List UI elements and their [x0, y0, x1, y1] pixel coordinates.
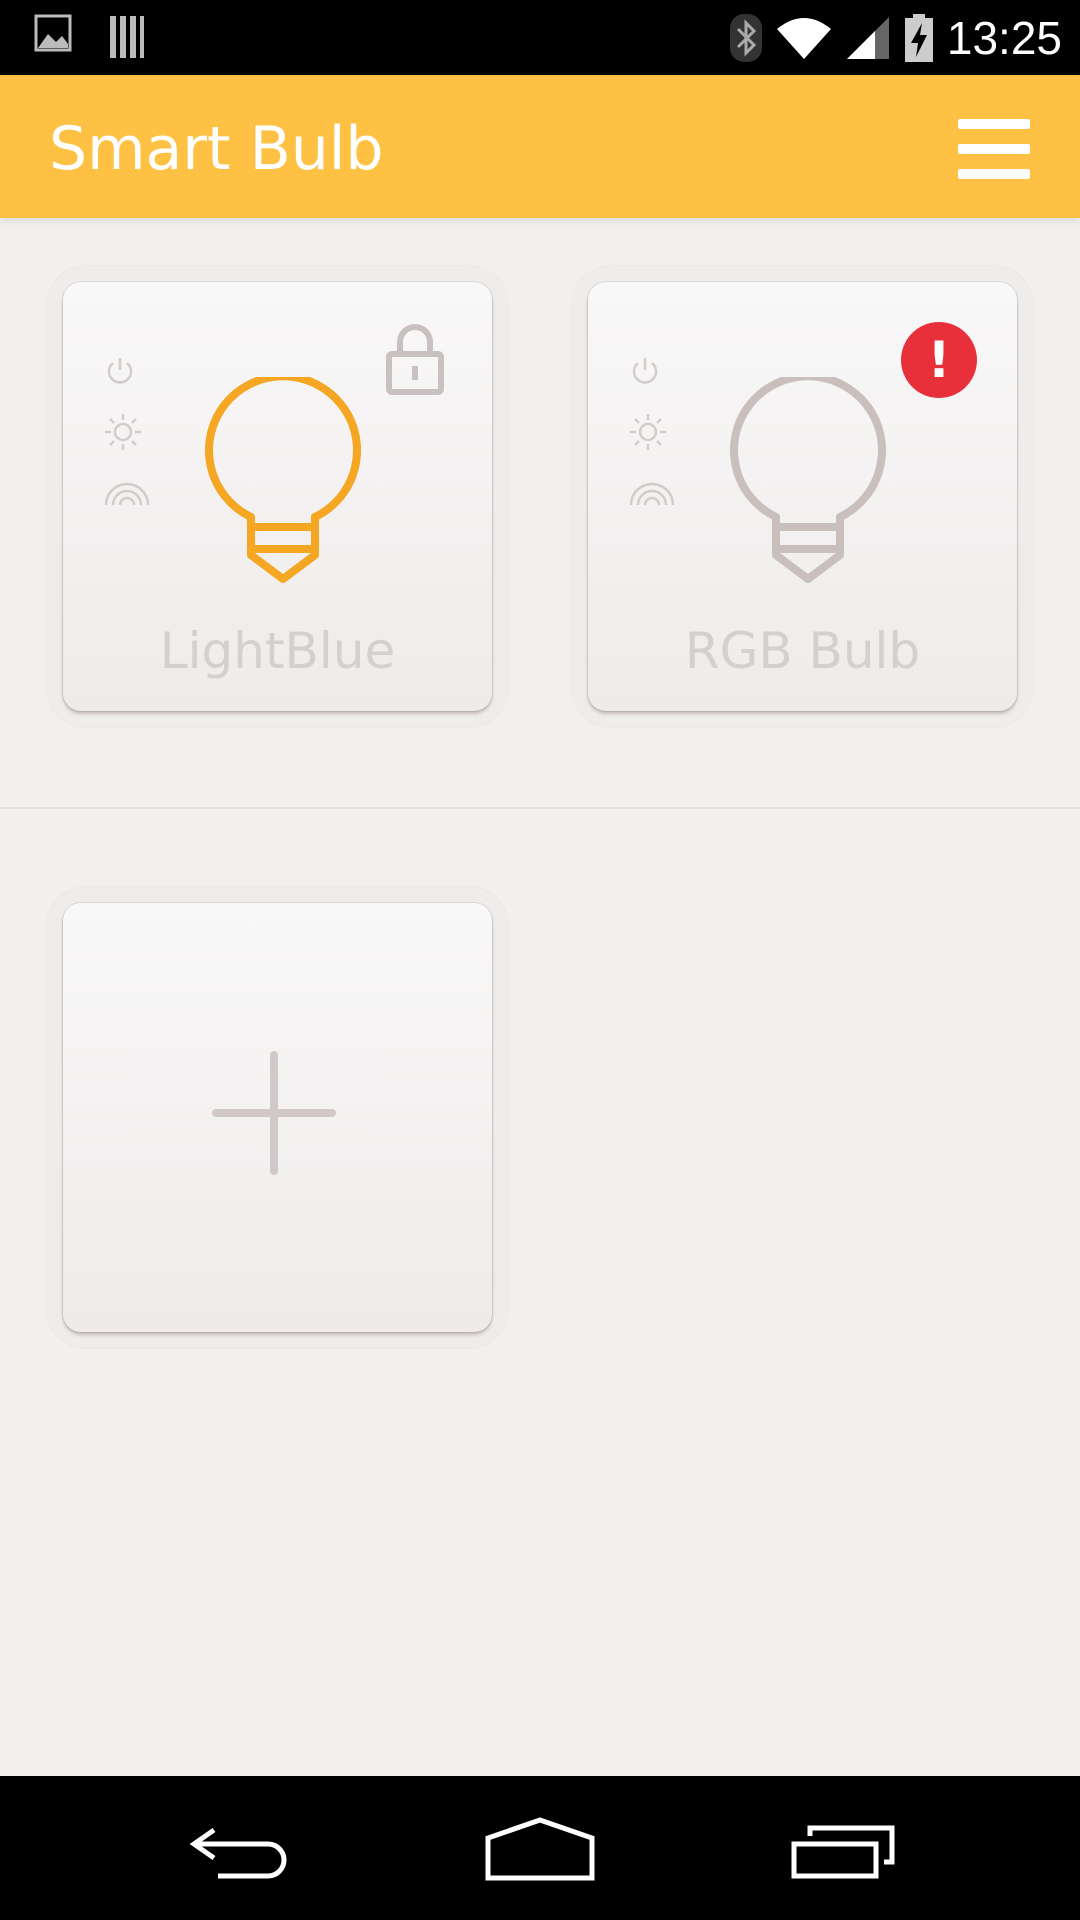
hamburger-menu-icon[interactable] [958, 119, 1030, 179]
image-icon [34, 14, 72, 60]
battery-charging-icon [903, 13, 935, 63]
section-divider [0, 807, 1080, 809]
add-card-frame [46, 886, 509, 1349]
wifi-icon [775, 15, 833, 61]
power-icon [628, 354, 662, 392]
rainbow-icon [103, 477, 151, 511]
bulb-name: RGB Bulb [684, 622, 921, 680]
back-icon[interactable] [188, 1824, 292, 1884]
home-icon[interactable] [484, 1816, 596, 1886]
status-bar: 13:25 [0, 0, 1080, 75]
signal-icon [845, 15, 891, 61]
app-bar: Smart Bulb [0, 75, 1080, 218]
bulb-card-lightblue[interactable]: LightBlue [63, 282, 492, 711]
bulb-name: LightBlue [159, 622, 396, 680]
bulb-card-frame: ! RGB Bulb [571, 265, 1034, 728]
navigation-bar [0, 1776, 1080, 1920]
add-bulb-button[interactable] [63, 903, 492, 1332]
brightness-icon [628, 412, 668, 456]
clock: 13:25 [946, 12, 1062, 64]
brightness-icon [103, 412, 143, 456]
rainbow-icon [628, 477, 676, 511]
app-title: Smart Bulb [49, 114, 384, 184]
bulb-card-frame: LightBlue [46, 265, 509, 728]
alert-icon[interactable]: ! [901, 322, 977, 398]
bulb-icon [203, 372, 363, 591]
bulb-card-rgb[interactable]: ! RGB Bulb [588, 282, 1017, 711]
sdcard-icon [108, 14, 146, 60]
plus-icon [212, 1051, 336, 1179]
recents-icon[interactable] [790, 1824, 896, 1884]
bluetooth-icon [729, 13, 763, 63]
bulb-icon [728, 372, 888, 591]
lock-icon[interactable] [386, 324, 444, 400]
power-icon [103, 354, 137, 392]
